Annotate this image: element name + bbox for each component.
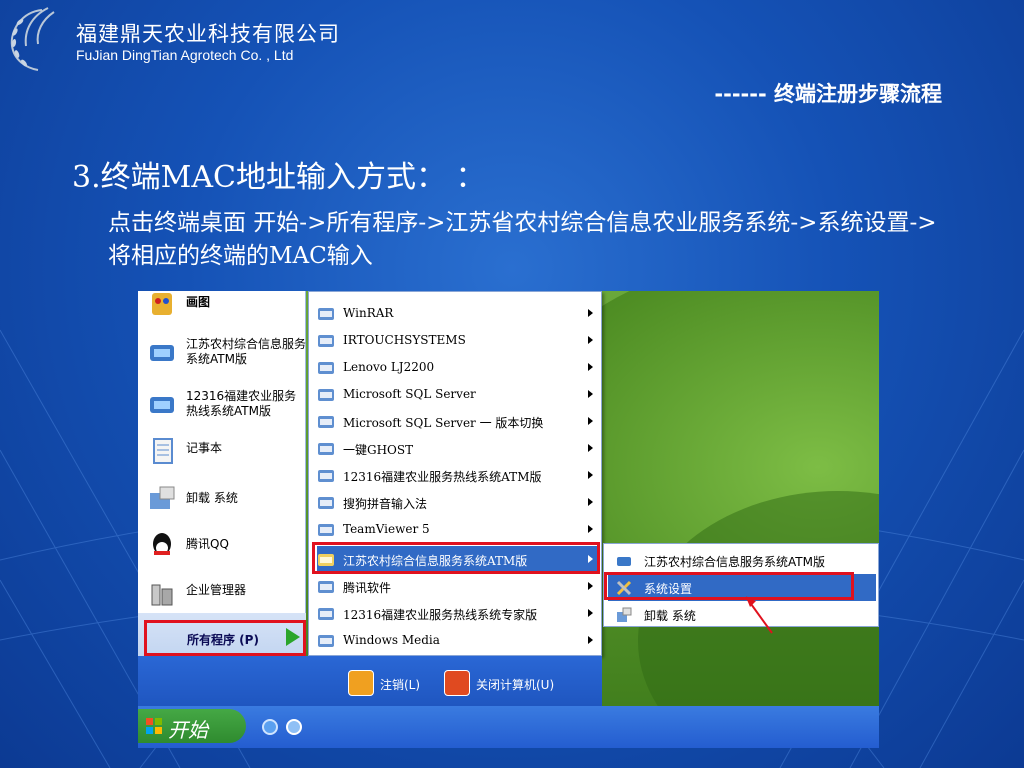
slide-heading: 3.终端MAC地址输入方式： ：: [72, 160, 486, 195]
windows-flag-icon: [146, 718, 162, 734]
highlight-box-settings: [604, 572, 854, 600]
folder-icon: [318, 362, 334, 374]
menu-item-label: 企业管理器: [186, 583, 247, 597]
all-programs-button[interactable]: 所有程序 (P): [144, 620, 306, 656]
menu-item-enterprise-manager[interactable]: 企业管理器: [146, 573, 306, 613]
start-menu-screenshot: 画图 江苏农村综合信息服务系统ATM版 12316福建农业服务热线系统ATM版 …: [138, 291, 879, 748]
folder-icon: [318, 389, 334, 401]
uninstall-icon: [617, 607, 632, 622]
program-item[interactable]: IRTOUCHSYSTEMS: [317, 327, 599, 354]
folder-icon: [318, 608, 334, 620]
folder-icon: [318, 497, 334, 509]
program-item[interactable]: 一键GHOST: [317, 435, 599, 462]
menu-item-label: 画图: [186, 295, 211, 309]
power-icon: [444, 670, 470, 696]
highlight-box-program: [312, 542, 600, 574]
folder-icon: [318, 308, 334, 320]
menu-item-label: 卸载 系统: [186, 491, 238, 505]
key-icon: [348, 670, 374, 696]
program-item[interactable]: 搜狗拼音输入法: [317, 489, 599, 516]
app-icon: [617, 557, 631, 566]
paint-icon: [152, 293, 172, 315]
program-item[interactable]: 12316福建农业服务热线系统ATM版: [317, 462, 599, 489]
notepad-icon: [153, 438, 173, 464]
folder-icon: [318, 416, 334, 428]
company-logo: [10, 7, 55, 71]
arrow-annotation-icon: [745, 596, 773, 634]
program-item[interactable]: WinRAR: [317, 300, 599, 327]
menu-item-paint[interactable]: 画图: [146, 291, 306, 323]
ie-icon[interactable]: [262, 719, 278, 735]
menu-item-label: 12316福建农业服务热线系统ATM版: [186, 389, 297, 418]
folder-icon: [318, 635, 334, 647]
program-item[interactable]: 12316福建农业服务热线系统专家版: [317, 600, 599, 627]
quicklaunch-app-icon[interactable]: [286, 719, 302, 735]
folder-icon: [318, 581, 334, 593]
folder-icon: [318, 470, 334, 482]
menu-item-qq[interactable]: 腾讯QQ: [146, 525, 306, 565]
menu-item-notepad[interactable]: 记事本: [146, 431, 306, 471]
manager-icon: [151, 584, 173, 606]
program-item[interactable]: Lenovo LJ2200: [317, 354, 599, 381]
arrow-right-icon: [286, 628, 300, 646]
start-button[interactable]: 开始: [138, 709, 246, 743]
program-item[interactable]: Microsoft SQL Server: [317, 381, 599, 408]
submenu-item[interactable]: 江苏农村综合信息服务系统ATM版: [608, 547, 876, 574]
company-name-cn: 福建鼎天农业科技有限公司: [76, 22, 340, 46]
program-item[interactable]: Windows Media: [317, 627, 599, 654]
section-title: ------ 终端注册步骤流程: [714, 82, 942, 106]
program-item[interactable]: Microsoft SQL Server 一 版本切换: [317, 408, 599, 435]
app-icon: [150, 397, 174, 413]
start-menu-left-panel: 画图 江苏农村综合信息服务系统ATM版 12316福建农业服务热线系统ATM版 …: [138, 291, 306, 661]
menu-item-label: 腾讯QQ: [186, 537, 229, 551]
slide-description: 点击终端桌面 开始->所有程序->江苏省农村综合信息农业服务系统->系统设置->…: [108, 210, 937, 269]
menu-item-jiangsu[interactable]: 江苏农村综合信息服务系统ATM版: [146, 333, 306, 373]
all-programs-menu: WinRAR IRTOUCHSYSTEMS Lenovo LJ2200 Micr…: [308, 291, 602, 656]
folder-icon: [318, 524, 334, 536]
menu-item-label: 江苏农村综合信息服务系统ATM版: [186, 337, 307, 366]
menu-item-12316[interactable]: 12316福建农业服务热线系统ATM版: [146, 385, 306, 425]
folder-icon: [318, 335, 334, 347]
program-item[interactable]: 腾讯软件: [317, 573, 599, 600]
company-name-en: FuJian DingTian Agrotech Co. , Ltd: [76, 47, 294, 63]
menu-item-uninstall[interactable]: 卸载 系统: [146, 479, 306, 519]
taskbar: [138, 706, 879, 748]
qq-icon: [153, 533, 171, 555]
program-item[interactable]: TeamViewer 5: [317, 516, 599, 543]
menu-item-label: 记事本: [186, 441, 223, 455]
uninstall-icon: [150, 486, 175, 509]
app-icon: [150, 345, 174, 361]
folder-icon: [318, 443, 334, 455]
